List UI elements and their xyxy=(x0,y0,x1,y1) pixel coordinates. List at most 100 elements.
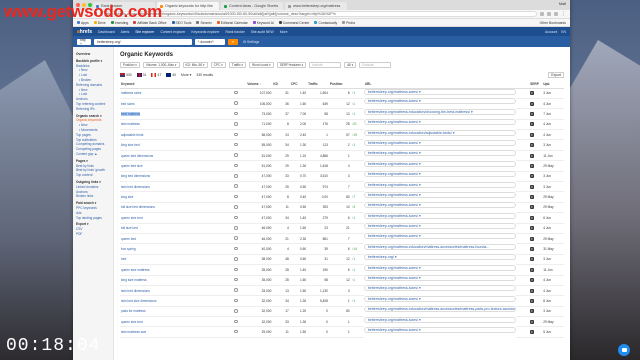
url-cell[interactable]: betterrsleep.org/mattress-sizes/ ▾ xyxy=(363,295,517,302)
rank-history-icon[interactable] xyxy=(234,257,238,261)
url-cell[interactable]: betterrsleep.org/mattress-sizes/ ▾ xyxy=(363,98,517,105)
bookmark-item[interactable]: Command Center xyxy=(278,21,309,25)
rank-history-icon[interactable] xyxy=(234,163,238,168)
bookmark-item[interactable]: SEO Tools xyxy=(171,21,191,25)
sidebar-link[interactable]: Broken links xyxy=(76,194,110,199)
keyword-cell[interactable]: king bed dimensions xyxy=(120,171,234,183)
keyword-link[interactable]: twin bed dimensions xyxy=(121,289,150,293)
nav-item[interactable]: Alerts xyxy=(121,30,130,34)
keyword-cell[interactable]: queen size bed xyxy=(120,316,234,328)
rank-history-icon[interactable] xyxy=(234,122,238,126)
column-header[interactable] xyxy=(516,81,530,89)
nav-item[interactable]: Keywords explorer xyxy=(191,30,219,34)
url-cell[interactable]: betterrsleep.org/mattress-sizes/ ▾ xyxy=(363,139,517,146)
extension-icon[interactable] xyxy=(554,12,558,16)
serp-button[interactable]: ▾ xyxy=(530,205,534,210)
column-header[interactable]: Keyword xyxy=(120,81,234,89)
extension-icon[interactable] xyxy=(540,12,544,16)
url-cell[interactable]: betterrsleep.org/mattress-sizes/ ▾ xyxy=(363,171,517,178)
keyword-link[interactable]: adjustable beds xyxy=(121,133,143,137)
serp-button[interactable]: ▾ xyxy=(530,174,534,179)
keyword-cell[interactable]: bed sizes xyxy=(120,98,234,110)
keyword-cell[interactable]: king size xyxy=(120,191,234,203)
bookmark-item[interactable]: Pedia xyxy=(342,21,355,25)
url-cell[interactable]: betterrsleep.org/mattress-sizes/ ▾ xyxy=(363,181,517,188)
serp-button[interactable]: ▾ xyxy=(530,288,534,293)
keyword-link[interactable]: king size xyxy=(121,195,133,199)
serp-button[interactable]: ▾ xyxy=(530,257,534,262)
sidebar-link[interactable]: Top landing pages xyxy=(76,216,110,221)
rank-history-icon[interactable] xyxy=(234,215,238,220)
serp-button[interactable]: ▾ xyxy=(530,111,534,116)
rank-history-icon[interactable] xyxy=(234,309,238,313)
filter-button[interactable]: KD: Min–50 ▾ xyxy=(182,62,208,68)
exclude-input[interactable]: Exclude xyxy=(359,62,392,68)
url-cell[interactable]: betterrsleep.org/mattress-sizes/ ▾ xyxy=(363,223,517,230)
keyword-link[interactable]: twin mattress xyxy=(121,122,140,126)
country-stat[interactable]: 31 xyxy=(136,73,146,77)
protocol-select[interactable]: http + xyxy=(77,38,91,46)
column-header[interactable]: Traffic xyxy=(307,81,329,89)
url-cell[interactable]: betterrsleep.org/mattress-education/choo… xyxy=(363,108,517,115)
serp-button[interactable]: ▾ xyxy=(530,215,534,220)
column-header[interactable]: URL xyxy=(363,81,517,89)
column-header[interactable]: Volume ↓ xyxy=(246,81,273,89)
rank-history-icon[interactable] xyxy=(234,153,238,157)
serp-button[interactable]: ▾ xyxy=(530,226,534,231)
url-cell[interactable]: betterrsleep.org/mattress-sizes/ ▾ xyxy=(363,150,517,157)
url-cell[interactable]: betterrsleep.org/mattress-sizes/ ▾ xyxy=(363,212,517,219)
keyword-cell[interactable]: twin mattress xyxy=(120,119,234,131)
rank-history-icon[interactable] xyxy=(234,184,238,188)
rank-history-icon[interactable] xyxy=(234,277,238,282)
include-input[interactable]: Include xyxy=(309,62,342,68)
rank-history-icon[interactable] xyxy=(234,132,238,136)
rank-history-icon[interactable] xyxy=(234,246,238,251)
filter-button[interactable]: Word count ▾ xyxy=(249,62,274,68)
filter-button[interactable]: Traffic ▾ xyxy=(228,62,247,68)
nav-right-item[interactable]: EN xyxy=(561,30,566,34)
keyword-link[interactable]: best mattress xyxy=(121,111,141,116)
column-header[interactable] xyxy=(350,81,364,89)
settings-link[interactable]: ⚙ Settings xyxy=(243,40,259,44)
serp-button[interactable]: ▾ xyxy=(530,153,534,158)
keyword-link[interactable]: box spring xyxy=(121,247,136,251)
url-cell[interactable]: betterrsleep.org/mattress-sizes/ ▾ xyxy=(363,285,517,292)
keyword-link[interactable]: queen size mattress xyxy=(121,268,150,272)
keyword-cell[interactable]: full size bed dimensions xyxy=(120,202,234,214)
url-cell[interactable]: betterrsleep.org/mattress-education/matt… xyxy=(363,243,517,250)
url-field[interactable]: https://ahrefs.com/positions-explorer/or… xyxy=(101,11,537,17)
keyword-link[interactable]: queen bed xyxy=(121,237,136,241)
serp-button[interactable]: ▾ xyxy=(530,122,534,127)
url-cell[interactable]: betterrsleep.org/mattress-education/matt… xyxy=(363,306,517,313)
rank-history-icon[interactable] xyxy=(234,319,238,324)
rank-history-icon[interactable] xyxy=(234,267,238,272)
column-header[interactable]: Upd. xyxy=(542,81,564,89)
keyword-cell[interactable]: king size bed xyxy=(120,139,234,151)
url-cell[interactable]: betterrsleep.org/mattress-sizes/ ▾ xyxy=(363,264,517,271)
rank-history-icon[interactable] xyxy=(234,142,238,147)
rank-history-icon[interactable] xyxy=(234,236,238,240)
keyword-link[interactable]: king size mattress xyxy=(121,278,147,282)
bookmark-item[interactable]: Contactually xyxy=(314,21,337,25)
serp-button[interactable]: ▾ xyxy=(530,309,534,314)
extension-icon[interactable] xyxy=(547,12,551,16)
chat-widget-button[interactable] xyxy=(618,344,630,356)
keyword-cell[interactable]: queen size mattress xyxy=(120,264,234,276)
keyword-cell[interactable]: pads for mattress xyxy=(120,306,234,318)
target-input[interactable]: bettersleep.org/ xyxy=(94,38,192,45)
url-cell[interactable]: betterrsleep.org/mattress-sizes/ ▾ xyxy=(363,233,517,240)
column-header[interactable]: SERP xyxy=(529,81,543,89)
rank-history-icon[interactable] xyxy=(234,194,238,199)
serp-button[interactable]: ▾ xyxy=(530,163,534,168)
keyword-cell[interactable]: bed xyxy=(120,254,234,266)
nav-right-item[interactable]: Account xyxy=(545,30,557,34)
url-cell[interactable]: betterrsleep.org/mattress-sizes/ ▾ xyxy=(363,275,517,282)
keyword-link[interactable]: full size bed dimensions xyxy=(121,205,155,209)
filter-button[interactable]: CPC ▾ xyxy=(210,62,226,68)
serp-button[interactable]: ▾ xyxy=(530,319,534,324)
keyword-cell[interactable]: queen bed dimensions xyxy=(120,150,234,162)
keyword-link[interactable]: queen bed dimensions xyxy=(121,154,153,158)
column-header[interactable]: CPC xyxy=(289,81,308,89)
serp-button[interactable]: ▾ xyxy=(530,267,534,272)
keyword-cell[interactable]: twin bed dimensions xyxy=(120,285,234,297)
